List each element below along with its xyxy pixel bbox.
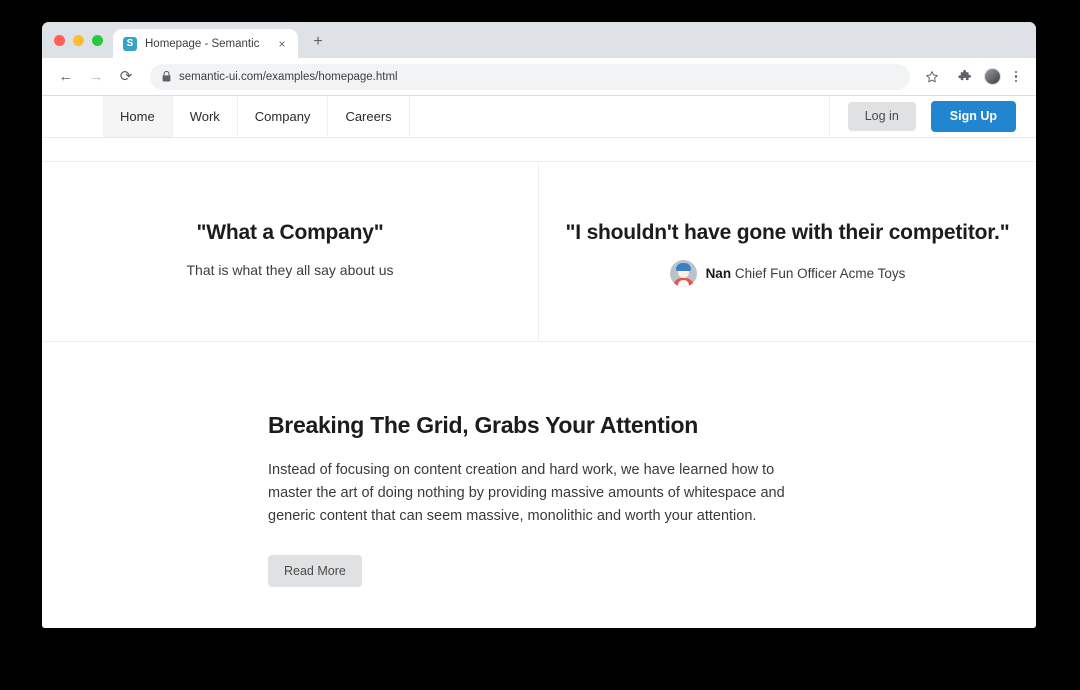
reload-icon[interactable]: ⟳: [112, 63, 140, 91]
nav-spacer: [410, 96, 830, 137]
page-content: Home Work Company Careers Log in Sign Up…: [42, 96, 1036, 628]
quote-column-left: "What a Company" That is what they all s…: [42, 162, 539, 341]
login-button[interactable]: Log in: [847, 102, 916, 131]
back-icon[interactable]: ←: [52, 63, 80, 91]
star-icon[interactable]: [918, 63, 946, 91]
tab-strip: S Homepage - Semantic × +: [42, 22, 1036, 58]
close-tab-icon[interactable]: ×: [274, 36, 290, 52]
address-bar[interactable]: semantic-ui.com/examples/homepage.html: [150, 63, 910, 90]
tab-title: Homepage - Semantic: [145, 37, 260, 50]
profile-avatar-icon[interactable]: [984, 68, 1001, 85]
nav-item-home[interactable]: Home: [103, 96, 173, 137]
minimize-window-button[interactable]: [73, 34, 84, 46]
quote-heading-2: "I shouldn't have gone with their compet…: [565, 221, 1010, 244]
quote-column-right: "I shouldn't have gone with their compet…: [539, 162, 1036, 341]
nav-item-company[interactable]: Company: [238, 96, 329, 137]
attribution-text: Nan Chief Fun Officer Acme Toys: [706, 266, 906, 281]
nav-item-work[interactable]: Work: [173, 96, 238, 137]
site-navigation: Home Work Company Careers Log in Sign Up: [42, 96, 1036, 138]
quote-subtext-1: That is what they all say about us: [186, 262, 394, 278]
new-tab-button[interactable]: +: [304, 28, 332, 56]
quote-heading-1: "What a Company": [196, 221, 384, 244]
read-more-button[interactable]: Read More: [268, 554, 362, 588]
maximize-window-button[interactable]: [92, 34, 103, 46]
site-nav-items: Home Work Company Careers: [103, 96, 410, 137]
padlock-icon: [162, 71, 171, 82]
quote-attribution: Nan Chief Fun Officer Acme Toys: [669, 260, 906, 287]
toolbar-right-actions: [918, 63, 1026, 91]
window-traffic-lights: [52, 22, 113, 58]
forward-icon[interactable]: →: [82, 63, 110, 91]
person-avatar-icon: [669, 260, 697, 287]
close-window-button[interactable]: [54, 34, 65, 46]
signup-button[interactable]: Sign Up: [930, 101, 1016, 132]
kebab-menu-icon[interactable]: [1006, 65, 1026, 89]
article-inner: Breaking The Grid, Grabs Your Attention …: [268, 412, 788, 588]
favicon-icon: S: [123, 36, 137, 51]
article-section: Breaking The Grid, Grabs Your Attention …: [42, 342, 1036, 588]
article-body: Instead of focusing on content creation …: [268, 462, 785, 525]
nav-gap-strip: [42, 138, 1036, 162]
browser-toolbar: ← → ⟳ semantic-ui.com/examples/homepage.…: [42, 58, 1036, 96]
browser-window: S Homepage - Semantic × + ← → ⟳ semantic…: [42, 22, 1036, 628]
site-nav-actions: Log in Sign Up: [830, 96, 1036, 137]
article-title: Breaking The Grid, Grabs Your Attention: [268, 412, 699, 438]
url-text: semantic-ui.com/examples/homepage.html: [179, 70, 398, 83]
attribution-role: Chief Fun Officer Acme Toys: [734, 266, 906, 281]
puzzle-piece-icon[interactable]: [951, 63, 979, 91]
browser-tab[interactable]: S Homepage - Semantic ×: [113, 29, 298, 58]
nav-item-careers[interactable]: Careers: [328, 96, 410, 137]
attribution-name: Nan: [705, 266, 732, 281]
quotes-section: "What a Company" That is what they all s…: [42, 162, 1036, 342]
